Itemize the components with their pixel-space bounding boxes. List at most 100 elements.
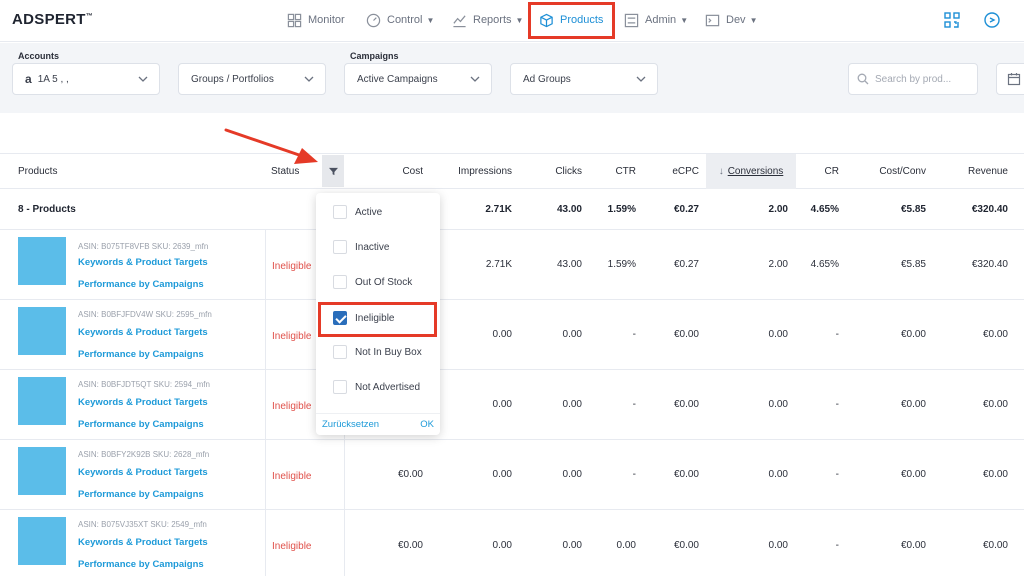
- cr-cell: -: [835, 399, 839, 410]
- revenue-cell: €0.00: [982, 469, 1008, 480]
- col-cr[interactable]: CR: [800, 154, 839, 189]
- cost-conv-cell: €5.85: [900, 259, 926, 270]
- product-thumbnail[interactable]: [18, 307, 66, 355]
- help-circle-icon[interactable]: [983, 11, 1001, 29]
- totals-label: 8 - Products: [18, 204, 76, 215]
- reset-link[interactable]: Zurücksetzen: [322, 419, 379, 430]
- total-cr: 4.65%: [810, 204, 839, 215]
- campaigns-select[interactable]: Active Campaigns: [344, 63, 492, 95]
- ineligible-annotation-box: [318, 302, 437, 337]
- ok-button[interactable]: OK: [420, 419, 434, 430]
- product-thumbnail[interactable]: [18, 377, 66, 425]
- chevron-down-icon: [304, 76, 314, 82]
- checkbox[interactable]: [333, 205, 347, 219]
- nav-monitor[interactable]: Monitor: [287, 10, 345, 30]
- filter-option-out-of-stock[interactable]: Out Of Stock: [333, 275, 412, 289]
- checkbox[interactable]: [333, 240, 347, 254]
- checkbox[interactable]: [333, 275, 347, 289]
- qr-code-icon[interactable]: [943, 11, 961, 29]
- chevron-down-icon: ▼: [426, 15, 435, 25]
- chevron-down-icon: [636, 76, 646, 82]
- product-asin-sku: ASIN: B0BFY2K92B SKU: 2628_mfn: [78, 450, 210, 459]
- col-revenue[interactable]: Revenue: [935, 154, 1008, 189]
- col-products[interactable]: Products: [18, 154, 57, 189]
- campaigns-label: Campaigns: [350, 51, 399, 61]
- keywords-targets-link[interactable]: Keywords & Product Targets: [78, 537, 208, 548]
- search-input[interactable]: [875, 73, 975, 85]
- nav-dev[interactable]: Dev ▼: [705, 10, 757, 30]
- impressions-cell: 0.00: [492, 469, 512, 480]
- status-filter-button[interactable]: [322, 155, 344, 187]
- revenue-cell: €320.40: [971, 259, 1008, 270]
- nav-control[interactable]: Control ▼: [366, 10, 434, 30]
- product-thumbnail[interactable]: [18, 237, 66, 285]
- col-ecpc[interactable]: eCPC: [645, 154, 699, 189]
- ecpc-cell: €0.27: [673, 259, 699, 270]
- filter-option-not-advertised[interactable]: Not Advertised: [333, 380, 420, 394]
- keywords-targets-link[interactable]: Keywords & Product Targets: [78, 467, 208, 478]
- filter-option-not-in-buy-box[interactable]: Not In Buy Box: [333, 345, 422, 359]
- keywords-targets-link[interactable]: Keywords & Product Targets: [78, 327, 208, 338]
- nav-control-label: Control: [387, 14, 423, 26]
- ecpc-cell: €0.00: [673, 329, 699, 340]
- col-impressions[interactable]: Impressions: [430, 154, 512, 189]
- annotation-arrow-icon: [224, 128, 318, 164]
- account-value: 1A 5 , ,: [37, 73, 69, 85]
- product-search[interactable]: [848, 63, 978, 95]
- chevron-down-icon: ▼: [749, 15, 758, 25]
- ctr-cell: 0.00: [616, 539, 636, 551]
- terminal-icon: [705, 14, 720, 26]
- status-badge: Ineligible: [272, 471, 312, 482]
- table-header: Products Status Cost Impressions Clicks …: [0, 153, 1024, 189]
- grid-icon: [287, 13, 302, 27]
- adspert-logo[interactable]: ADSPERT™: [12, 11, 93, 28]
- product-thumbnail[interactable]: [18, 517, 66, 565]
- ad-groups-select[interactable]: Ad Groups: [510, 63, 658, 95]
- performance-campaigns-link[interactable]: Performance by Campaigns: [78, 279, 204, 290]
- nav-admin-label: Admin: [645, 14, 677, 26]
- top-navigation-bar: ADSPERT™ Monitor Control ▼ Reports ▼ Pro…: [0, 0, 1024, 42]
- filter-option-active[interactable]: Active: [333, 205, 382, 219]
- gauge-icon: [366, 13, 381, 27]
- col-clicks[interactable]: Clicks: [520, 154, 582, 189]
- option-label: Not In Buy Box: [355, 346, 422, 358]
- col-cost-conv[interactable]: Cost/Conv: [850, 154, 926, 189]
- nav-admin[interactable]: Admin ▼: [624, 10, 688, 30]
- status-badge: Ineligible: [272, 401, 312, 412]
- date-picker-button[interactable]: [996, 63, 1024, 95]
- nav-monitor-label: Monitor: [308, 14, 345, 26]
- performance-campaigns-link[interactable]: Performance by Campaigns: [78, 489, 204, 500]
- keywords-targets-link[interactable]: Keywords & Product Targets: [78, 397, 208, 408]
- filter-funnel-icon: [328, 167, 338, 175]
- ctr-cell: 1.59%: [607, 259, 636, 270]
- keywords-targets-link[interactable]: Keywords & Product Targets: [78, 257, 208, 268]
- option-label: Inactive: [355, 241, 390, 253]
- cost-cell: €0.00: [397, 539, 423, 551]
- accounts-select[interactable]: a 1A 5 , ,: [12, 63, 160, 95]
- nav-dev-label: Dev: [726, 14, 746, 26]
- col-cost[interactable]: Cost: [350, 154, 423, 189]
- groups-portfolios-select[interactable]: Groups / Portfolios: [178, 63, 326, 95]
- cost-conv-cell: €0.00: [900, 539, 926, 551]
- performance-campaigns-link[interactable]: Performance by Campaigns: [78, 419, 204, 430]
- product-thumbnail[interactable]: [18, 447, 66, 495]
- nav-reports[interactable]: Reports ▼: [452, 10, 523, 30]
- checkbox[interactable]: [333, 345, 347, 359]
- filter-option-inactive[interactable]: Inactive: [333, 240, 389, 254]
- checkbox[interactable]: [333, 380, 347, 394]
- revenue-cell: €0.00: [982, 399, 1008, 410]
- chevron-down-icon: ▼: [680, 15, 689, 25]
- clicks-cell: 0.00: [562, 329, 582, 340]
- status-badge: Ineligible: [272, 261, 312, 272]
- col-ctr[interactable]: CTR: [590, 154, 636, 189]
- ecpc-cell: €0.00: [673, 399, 699, 410]
- performance-campaigns-link[interactable]: Performance by Campaigns: [78, 559, 204, 570]
- total-ctr: 1.59%: [607, 204, 636, 215]
- col-conversions-sorted[interactable]: ↓ Conversions: [706, 154, 796, 189]
- performance-campaigns-link[interactable]: Performance by Campaigns: [78, 349, 204, 360]
- total-impressions: 2.71K: [485, 204, 512, 215]
- option-label: Not Advertised: [355, 381, 421, 393]
- cr-cell: 4.65%: [810, 259, 839, 270]
- cost-conv-cell: €0.00: [900, 399, 926, 410]
- cost-conv-cell: €0.00: [900, 329, 926, 340]
